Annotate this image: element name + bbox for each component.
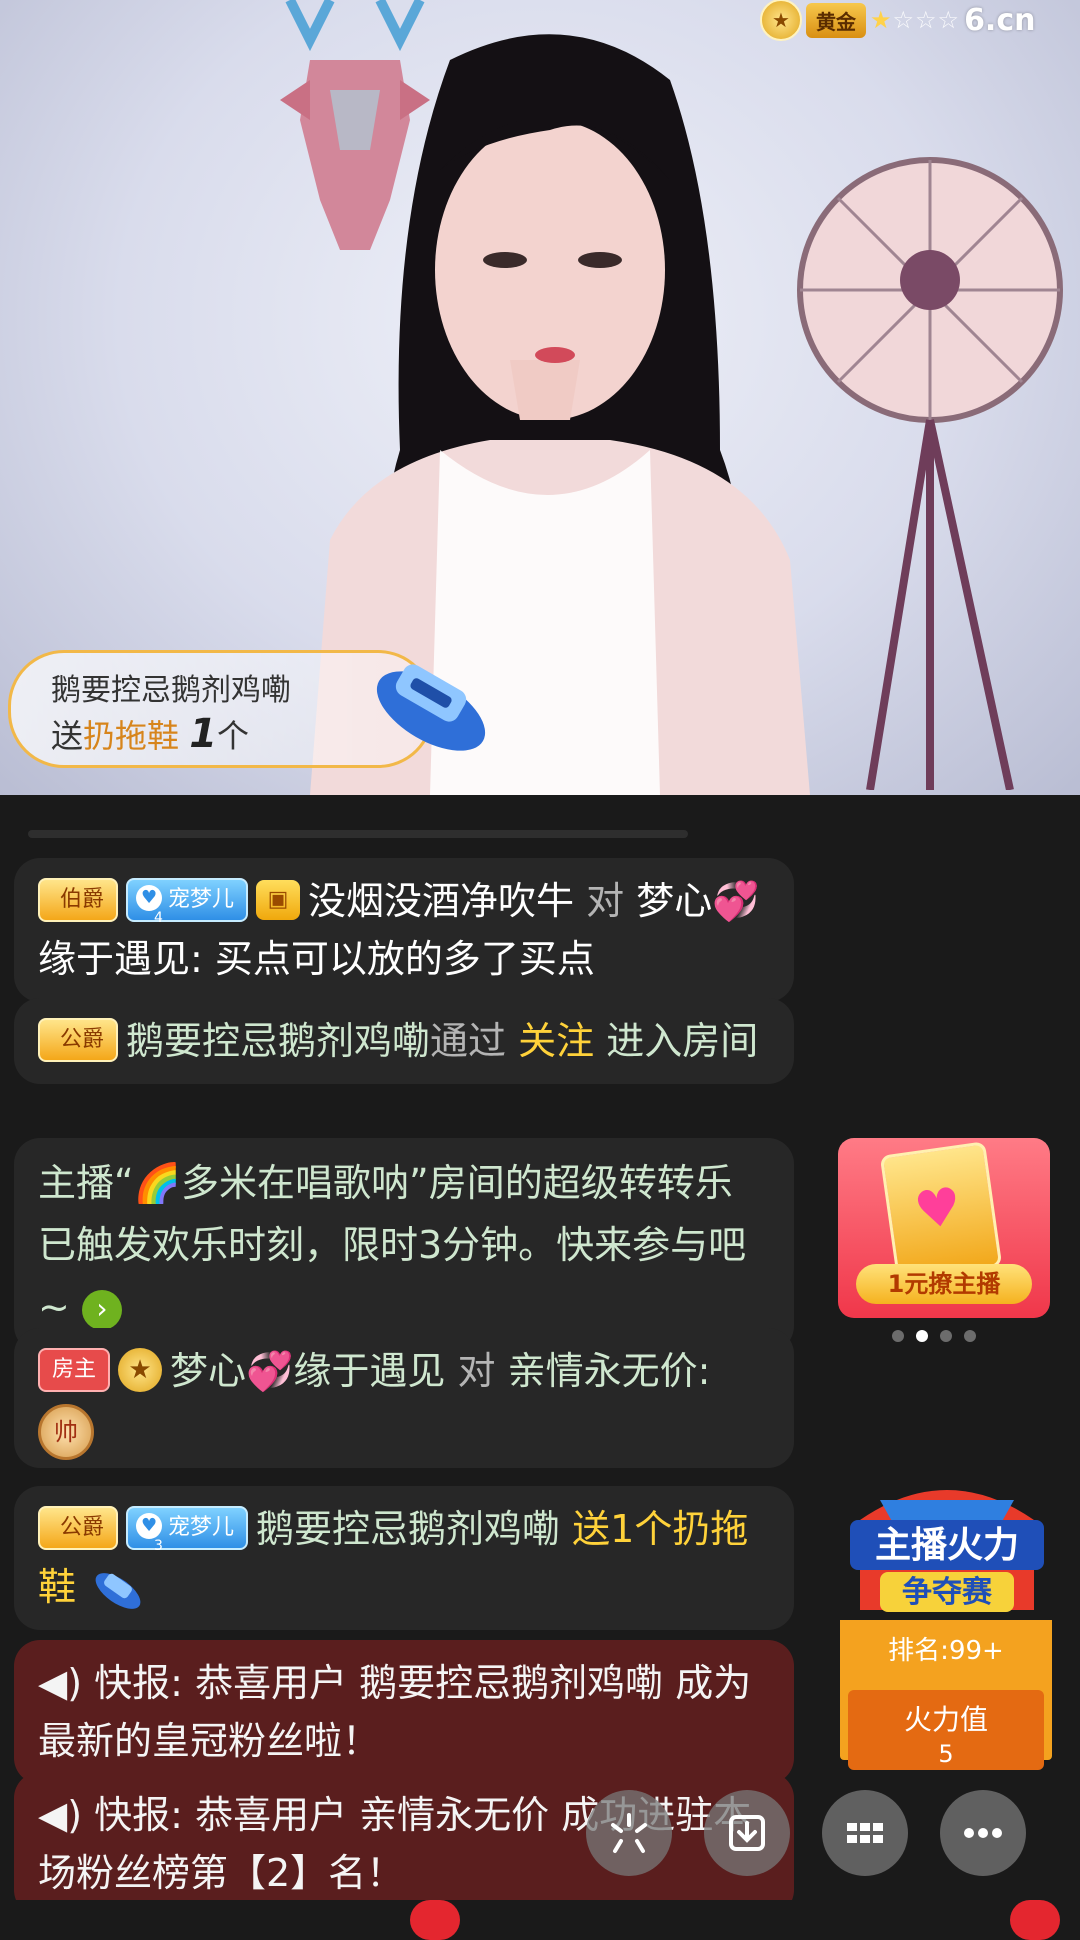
gift-line: 送扔拖鞋 1个 <box>51 711 250 757</box>
flash-label: 快报: <box>94 1793 183 1837</box>
target-username[interactable]: 亲情永无价: <box>508 1349 711 1393</box>
grid-icon <box>847 1823 883 1843</box>
username[interactable]: 梦心 <box>170 1349 246 1393</box>
target-username[interactable]: 梦心 <box>636 879 712 923</box>
level-label: 黄金 <box>806 2 866 38</box>
heart-card-icon: ♥ <box>879 1141 1003 1281</box>
fire-power-title: 主播火力 争夺赛 <box>850 1490 1044 1612</box>
chat-scroll-indicator <box>28 830 688 838</box>
rainbow-emoji: 🌈 <box>133 1161 182 1205</box>
pet-badge: ♥ 4 宠梦儿 <box>126 877 249 926</box>
pet-badge: ♥ 3 宠梦儿 <box>126 1505 249 1554</box>
chat-message[interactable]: 伯爵 ♥ 4 宠梦儿 ▣ 没烟没酒净吹牛 对 梦心💞缘于遇见: 买点可以放的多了买点 <box>14 858 794 1002</box>
fire-value-label: 火力值 <box>903 1703 988 1736</box>
more-icon <box>964 1828 1002 1838</box>
download-icon <box>729 1815 765 1851</box>
promo-card[interactable]: ♥ 1元撩主播 <box>838 1138 1050 1318</box>
gift-banner: 鹅要控忌鹅剂鸡嘞 送扔拖鞋 1个 <box>8 650 486 768</box>
user-icon: ▣ <box>256 879 301 920</box>
fire-power-widget[interactable]: 主播火力 争夺赛 排名:99+ 火力值 5 <box>840 1470 1054 1790</box>
gift-count: 1 <box>189 711 218 757</box>
message-text: : 买点可以放的多了买点 <box>190 937 595 981</box>
chess-piece-icon: 帅 <box>38 1403 94 1460</box>
sparkle-icon <box>611 1813 647 1853</box>
live-video[interactable]: ★ 黄金 ★☆☆☆ 6.cn 鹅要控忌鹅剂鸡嘞 送扔拖鞋 1个 <box>0 0 1080 795</box>
slipper-icon <box>376 664 486 751</box>
carousel-dot[interactable] <box>964 1330 976 1342</box>
gift-name: 扔拖鞋 <box>83 717 180 755</box>
anchor-level-badge[interactable]: ★ 黄金 ★☆☆☆ 6.cn <box>760 0 1036 41</box>
news-flash-message[interactable]: ◀︎) 快报: 恭喜用户 鹅要控忌鹅剂鸡嘞 成为最新的皇冠粉丝啦！ <box>14 1640 794 1784</box>
grid-button[interactable] <box>822 1790 908 1876</box>
fire-value: 5 <box>938 1740 954 1768</box>
carousel-dot[interactable] <box>892 1330 904 1342</box>
carousel-dot[interactable] <box>916 1330 928 1342</box>
notification-dot[interactable] <box>410 1900 460 1940</box>
carousel-dot[interactable] <box>940 1330 952 1342</box>
chat-message[interactable]: 公爵 鹅要控忌鹅剂鸡嘞通过 关注 进入房间 <box>14 998 794 1084</box>
noble-badge: 公爵 <box>38 1505 119 1550</box>
star-badge-icon: ★ <box>118 1347 163 1392</box>
flash-label: 快报: <box>94 1661 183 1705</box>
noble-badge: 伯爵 <box>38 877 119 922</box>
slipper-icon <box>95 1572 141 1609</box>
gift-sender: 鹅要控忌鹅剂鸡嘞 <box>51 673 291 708</box>
chat-message[interactable]: 主播“🌈多米在唱歌呐”房间的超级转转乐已触发欢乐时刻，限时3分钟。快来参与吧~ … <box>14 1138 794 1352</box>
sparkle-button[interactable] <box>586 1790 672 1876</box>
username[interactable]: 鹅要控忌鹅剂鸡嘞 <box>126 1019 430 1063</box>
promo-label: 1元撩主播 <box>856 1264 1032 1304</box>
more-button[interactable] <box>940 1790 1026 1876</box>
host-badge: 房主 <box>38 1347 111 1392</box>
download-button[interactable] <box>704 1790 790 1876</box>
noble-badge: 公爵 <box>38 1017 119 1062</box>
news-flash-message[interactable]: ◀︎) 快报: 恭喜用户 亲情永无价 成功进驻本场粉丝榜第【2】名！ <box>14 1772 794 1916</box>
speaker-icon: ◀︎) <box>38 1661 83 1705</box>
chat-message[interactable]: 房主 ★ 梦心💞缘于遇见 对 亲情永无价: 帅 <box>14 1328 794 1468</box>
go-arrow-button[interactable]: › <box>81 1289 122 1330</box>
crown-icon: ★ <box>760 0 802 41</box>
bottom-bar <box>0 1900 1080 1940</box>
notification-dot[interactable] <box>1010 1900 1060 1940</box>
svg-text:争夺赛: 争夺赛 <box>902 1575 993 1610</box>
username[interactable]: 没烟没酒净吹牛 <box>308 879 574 923</box>
speaker-icon: ◀︎) <box>38 1793 83 1837</box>
chat-message[interactable]: 公爵 ♥ 3 宠梦儿 鹅要控忌鹅剂鸡嘞 送1个扔拖鞋 <box>14 1486 794 1630</box>
host-name[interactable]: 多米在唱歌呐 <box>181 1161 409 1205</box>
rank-text: 排名:99+ <box>888 1636 1004 1666</box>
username[interactable]: 鹅要控忌鹅剂鸡嘞 <box>256 1507 560 1551</box>
rating-stars: ★☆☆☆ <box>870 6 961 34</box>
follow-link[interactable]: 关注 <box>518 1019 594 1063</box>
site-logo: 6.cn <box>964 2 1036 38</box>
heart-emoji: 💞 <box>712 879 760 923</box>
carousel-dots <box>892 1330 976 1342</box>
svg-text:主播火力: 主播火力 <box>875 1525 1019 1566</box>
